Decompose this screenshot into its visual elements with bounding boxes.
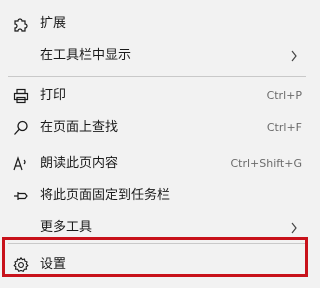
- show-in-toolbar-label: 在工具栏中显示: [40, 48, 132, 63]
- chevron-right-icon: [290, 50, 298, 62]
- menu-item-read-aloud[interactable]: 朗读此页内容 Ctrl+Shift+G: [0, 148, 314, 180]
- menu-item-more-tools[interactable]: 更多工具: [0, 212, 314, 244]
- printer-icon: [12, 87, 30, 105]
- menu-item-pin-to-taskbar[interactable]: 将此页面固定到任务栏: [0, 180, 314, 212]
- search-icon: [12, 119, 30, 137]
- settings-label: 设置: [40, 257, 67, 272]
- find-on-page-label: 在页面上查找: [40, 120, 119, 135]
- menu-item-partial[interactable]: [12, 281, 132, 288]
- read-aloud-label: 朗读此页内容: [40, 156, 119, 171]
- menu-divider: [8, 76, 306, 77]
- pin-icon: [12, 187, 30, 205]
- pin-to-taskbar-label: 将此页面固定到任务栏: [40, 188, 171, 203]
- menu-divider: [8, 243, 306, 244]
- menu-item-show-in-toolbar[interactable]: 在工具栏中显示: [0, 40, 314, 72]
- read-aloud-shortcut: Ctrl+Shift+G: [230, 157, 302, 170]
- menu-item-find-on-page[interactable]: 在页面上查找 Ctrl+F: [0, 112, 314, 144]
- chevron-right-icon: [290, 222, 298, 234]
- menu-item-extensions[interactable]: 扩展: [0, 8, 314, 40]
- menu-item-print[interactable]: 打印 Ctrl+P: [0, 80, 314, 112]
- print-shortcut: Ctrl+P: [266, 89, 302, 102]
- menu-item-settings[interactable]: 设置: [0, 249, 314, 281]
- more-tools-label: 更多工具: [40, 220, 93, 235]
- browser-menu: 扩展 在工具栏中显示 打印 Ctrl+P 在页面上查找 Ctrl+F 朗读此页内…: [0, 0, 314, 288]
- extensions-label: 扩展: [40, 16, 67, 31]
- read-aloud-icon: [12, 155, 30, 173]
- gear-icon: [12, 256, 30, 274]
- find-on-page-shortcut: Ctrl+F: [266, 121, 302, 134]
- puzzle-icon: [12, 15, 30, 33]
- print-label: 打印: [40, 88, 67, 103]
